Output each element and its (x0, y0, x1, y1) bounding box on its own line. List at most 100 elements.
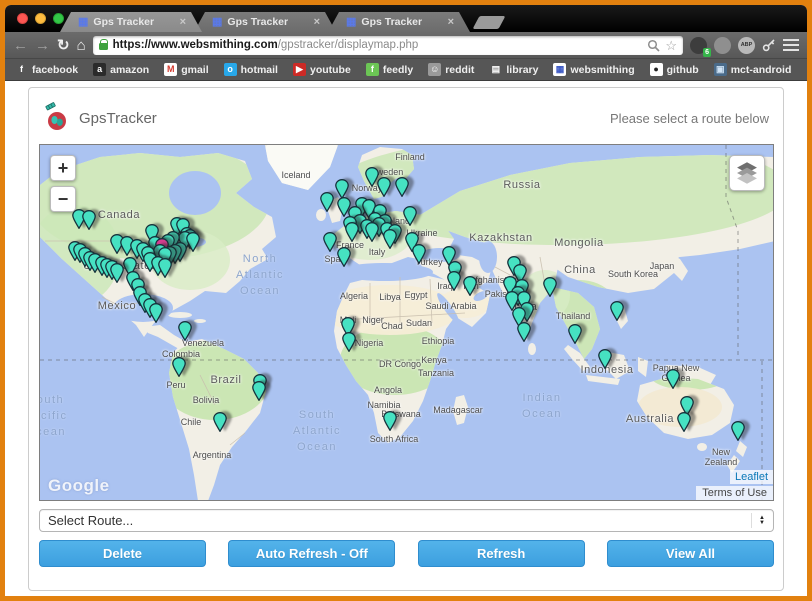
search-icon[interactable] (647, 39, 660, 52)
map-pin[interactable] (395, 177, 409, 197)
refresh-button[interactable]: Refresh (418, 540, 585, 567)
map[interactable]: CanadaUnited StatesMexicoNorth Atlantic … (39, 144, 774, 501)
tab-close-icon[interactable]: × (314, 16, 320, 28)
map-pin[interactable] (149, 303, 163, 323)
browser-window: ▦Gps Tracker×▦Gps Tracker×▦Gps Tracker× … (5, 5, 807, 596)
bookmark-item-library[interactable]: ▤ library (489, 63, 538, 76)
map-pin[interactable] (403, 206, 417, 226)
map-pin[interactable] (365, 222, 379, 242)
map-pin[interactable] (82, 210, 96, 230)
forward-icon[interactable]: → (35, 38, 50, 53)
bookmark-item-gmail[interactable]: Mgmail (164, 63, 208, 76)
terms-of-use-link[interactable]: Terms of Use (696, 486, 773, 500)
library-icon: ▤ (489, 63, 502, 76)
bookmark-item-youtube[interactable]: ▶youtube (293, 63, 351, 76)
map-pin[interactable] (447, 271, 461, 291)
view-all-button[interactable]: View All (607, 540, 774, 567)
map-pin[interactable] (568, 324, 582, 344)
bookmark-item-mct-android[interactable]: ▣mct-android (714, 63, 792, 76)
map-pin[interactable] (320, 192, 334, 212)
map-pin[interactable] (335, 179, 349, 199)
map-pin[interactable] (412, 244, 426, 264)
auto-refresh-off-button[interactable]: Auto Refresh - Off (228, 540, 395, 567)
bookmark-label: github (667, 64, 699, 76)
map-pin[interactable] (323, 232, 337, 252)
browser-tab[interactable]: ▦Gps Tracker× (60, 12, 202, 32)
bookmark-label: amazon (110, 64, 149, 76)
adblock-icon[interactable]: ABP (738, 37, 755, 54)
bookmark-label: library (506, 64, 538, 76)
delete-button[interactable]: Delete (39, 540, 206, 567)
tab-close-icon[interactable]: × (448, 16, 454, 28)
map-pin[interactable] (252, 381, 266, 401)
bookmark-label: websmithing (570, 64, 634, 76)
extension-badge: 6 (703, 48, 711, 57)
map-pin[interactable] (610, 301, 624, 321)
map-pin[interactable] (383, 229, 397, 249)
map-pin[interactable] (342, 332, 356, 352)
bookmark-item-feedly[interactable]: ffeedly (366, 63, 413, 76)
home-icon[interactable]: ⌂ (77, 38, 86, 53)
back-icon[interactable]: ← (13, 38, 28, 53)
tab-strip: ▦Gps Tracker×▦Gps Tracker×▦Gps Tracker× (60, 12, 807, 32)
new-tab-button[interactable] (473, 16, 506, 29)
tab-favicon: ▦ (78, 17, 88, 28)
reload-icon[interactable]: ↻ (57, 38, 70, 53)
bookmark-star-icon[interactable]: ☆ (665, 39, 677, 52)
map-pin[interactable] (377, 177, 391, 197)
menu-icon[interactable] (783, 39, 799, 51)
key-icon[interactable] (762, 38, 776, 52)
map-pin[interactable] (677, 412, 691, 432)
tab-favicon: ▦ (346, 17, 356, 28)
map-pin[interactable] (598, 349, 612, 369)
map-pin[interactable] (517, 322, 531, 342)
map-pin[interactable] (158, 258, 172, 278)
map-attribution: Leaflet Terms of Use (696, 470, 773, 500)
map-pin[interactable] (345, 222, 359, 242)
minimize-window-button[interactable] (35, 13, 46, 24)
address-bar[interactable]: https://www.websmithing.com/gpstracker/d… (93, 36, 683, 55)
bookmark-item-amazon[interactable]: aamazon (93, 63, 149, 76)
map-pin[interactable] (178, 321, 192, 341)
tab-title: Gps Tracker (361, 16, 443, 28)
bookmarks-bar: ffacebookaamazonMgmailohotmail▶youtubeff… (5, 59, 807, 81)
browser-tab[interactable]: ▦Gps Tracker× (194, 12, 336, 32)
bookmark-item-websmithing[interactable]: ▦websmithing (553, 63, 634, 76)
leaflet-link[interactable]: Leaflet (730, 470, 773, 484)
bookmark-item-github[interactable]: ●github (650, 63, 699, 76)
feedly-icon: f (366, 63, 379, 76)
tab-close-icon[interactable]: × (180, 16, 186, 28)
bookmark-item-facebook[interactable]: ffacebook (15, 63, 78, 76)
button-row: Delete Auto Refresh - Off Refresh View All (39, 540, 774, 567)
map-pin[interactable] (666, 369, 680, 389)
app-title: GpsTracker (79, 110, 157, 127)
browser-tab[interactable]: ▦ Gps Tracker × (328, 12, 470, 32)
title-bar: ▦Gps Tracker×▦Gps Tracker×▦Gps Tracker× (5, 5, 807, 32)
map-pin[interactable] (731, 421, 745, 441)
bookmark-item-reddit[interactable]: ☺reddit (428, 63, 474, 76)
map-pin[interactable] (543, 277, 557, 297)
layers-control[interactable] (729, 155, 765, 191)
screenshot-frame: ▦Gps Tracker×▦Gps Tracker×▦Gps Tracker× … (0, 0, 812, 601)
close-window-button[interactable] (17, 13, 28, 24)
route-select[interactable]: Select Route... ▲ ▼ (39, 509, 774, 532)
satellite-icon (46, 102, 56, 110)
https-lock-icon[interactable] (99, 43, 108, 50)
map-pin[interactable] (110, 263, 124, 283)
map-pin[interactable] (213, 412, 227, 432)
extension-icon-generic[interactable] (714, 37, 731, 54)
google-watermark: Google (48, 476, 110, 496)
extension-icon-ghostery[interactable]: 6 (690, 37, 707, 54)
url-text[interactable]: https://www.websmithing.com/gpstracker/d… (113, 39, 643, 51)
gmail-icon: M (164, 63, 177, 76)
bookmark-item-hotmail[interactable]: ohotmail (224, 63, 278, 76)
map-pin[interactable] (463, 276, 477, 296)
zoom-in-button[interactable]: + (50, 155, 76, 181)
map-pin[interactable] (172, 357, 186, 377)
bookmark-label: youtube (310, 64, 351, 76)
bookmark-label: facebook (32, 64, 78, 76)
mct-android-icon: ▣ (714, 63, 727, 76)
map-pin[interactable] (337, 247, 351, 267)
map-pin[interactable] (186, 232, 200, 252)
map-pin[interactable] (383, 411, 397, 431)
